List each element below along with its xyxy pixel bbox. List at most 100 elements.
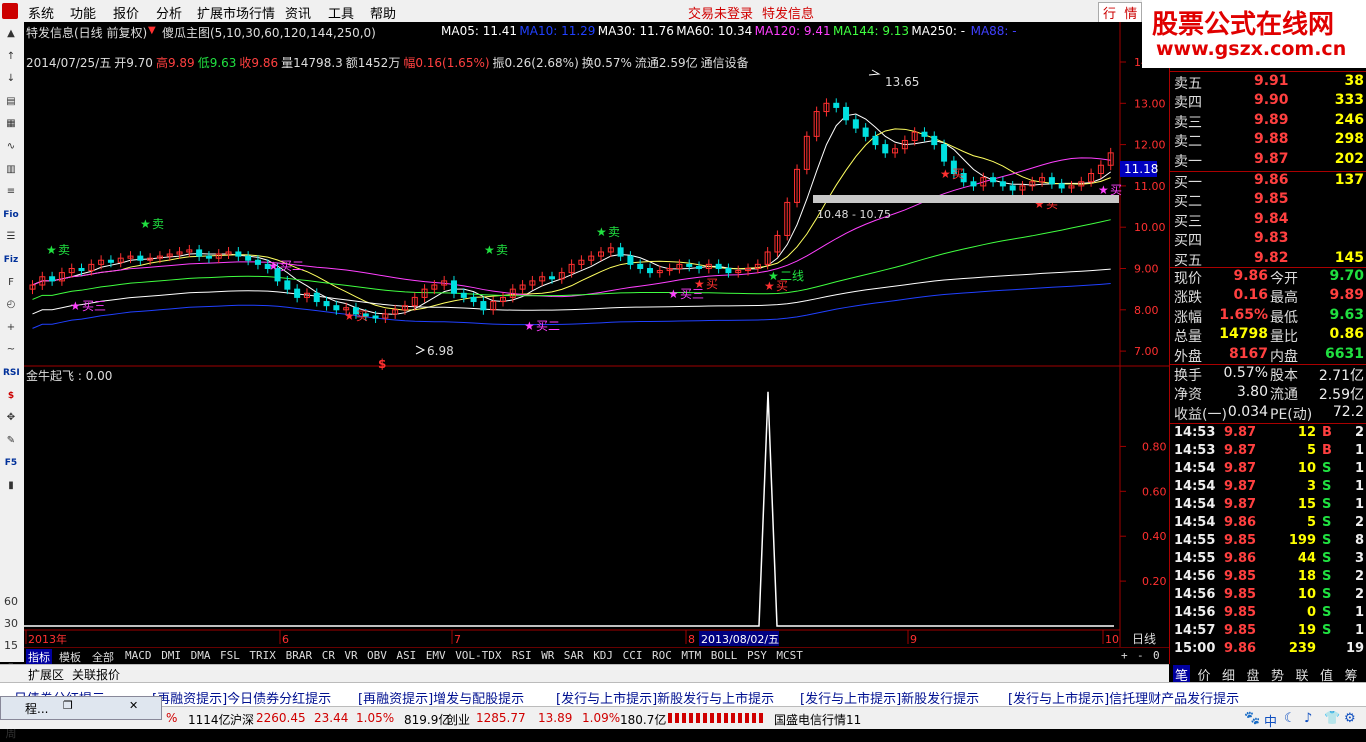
bar-icon[interactable]: ▥	[3, 162, 19, 178]
stat-value: 14798	[1219, 326, 1268, 343]
menu-function[interactable]: 功能	[70, 3, 96, 22]
indicator-tab-kdj[interactable]: KDJ	[593, 649, 613, 662]
dollar-marker: $	[378, 357, 386, 371]
restore-icon[interactable]: ❐	[63, 699, 73, 712]
moon-icon[interactable]: ☾	[1284, 711, 1296, 726]
report-icon[interactable]: ▤	[3, 94, 19, 110]
layers-icon[interactable]: ≡	[3, 184, 19, 200]
down-arrow-icon[interactable]: ↓	[3, 71, 19, 87]
chart-area[interactable]: ★ 卖★ 卖★ 卖★ 卖★ 买★ 买★ 买★ 买 ★ 买★ 买三★ 买二★ 买二★ 买三★ 二线★ 买 10.4…	[24, 22, 1169, 647]
dollar-icon[interactable]: $	[3, 388, 19, 404]
tick-count: 8	[1354, 533, 1364, 548]
period-2[interactable]: 15	[3, 638, 19, 654]
indicator-tab-brar[interactable]: BRAR	[286, 649, 313, 662]
list-icon[interactable]: ☰	[3, 229, 19, 245]
up-arrow-icon[interactable]: ↑	[3, 49, 19, 65]
tick-side: S	[1322, 479, 1332, 494]
candle-body	[647, 268, 654, 274]
order-price: 9.85	[1254, 191, 1289, 208]
menu-news[interactable]: 资讯	[285, 3, 311, 22]
indicator-tab-fsl[interactable]: FSL	[220, 649, 240, 662]
indicator-tab-dma[interactable]: DMA	[191, 649, 211, 662]
indicator-tab-boll[interactable]: BOLL	[711, 649, 738, 662]
status-item: 23.44	[314, 711, 349, 725]
zoom-control-2[interactable]: 0	[1153, 649, 1160, 662]
main-indicator-name[interactable]: 傻瓜主图(5,10,30,60,120,144,250,0)	[162, 24, 376, 41]
f5-icon[interactable]: F5	[3, 455, 19, 471]
candle-body	[686, 263, 693, 267]
menu-system[interactable]: 系统	[28, 3, 54, 22]
shirt-icon[interactable]: 👕	[1324, 711, 1340, 726]
menu-analysis[interactable]: 分析	[156, 3, 182, 22]
indicator-tab-obv[interactable]: OBV	[367, 649, 387, 662]
period-1[interactable]: 30	[3, 616, 19, 632]
period-0[interactable]: 60	[3, 594, 19, 610]
chart-icon[interactable]: ▲	[3, 26, 19, 42]
zoom-control-0[interactable]: +	[1121, 649, 1128, 662]
indicator-tab-mcst[interactable]: MCST	[776, 649, 803, 662]
tick-side: S	[1322, 623, 1332, 638]
ticker-item[interactable]: [再融资提示]增发与配股提示	[358, 688, 524, 707]
candle-icon[interactable]: ▮	[3, 478, 19, 494]
menu-quote[interactable]: 报价	[113, 3, 139, 22]
f2-icon[interactable]: Fiz	[3, 252, 19, 268]
speaker-icon[interactable]: ♪	[1304, 711, 1312, 726]
indicator-tab-asi[interactable]: ASI	[396, 649, 416, 662]
date-label: 2013年	[28, 632, 67, 646]
ticker-item[interactable]: [发行与上市提示]新股发行与上市提示	[556, 688, 774, 707]
indicator-tab-全部[interactable]: 全部	[92, 649, 114, 665]
trade-login-link[interactable]: 交易未登录	[688, 3, 753, 22]
tick-side: S	[1322, 569, 1332, 584]
paw-icon[interactable]: 🐾	[1244, 711, 1260, 726]
period-label: 日线	[1132, 632, 1156, 646]
indicator-tab-模板[interactable]: 模板	[59, 649, 81, 665]
wave-icon[interactable]: ~	[3, 342, 19, 358]
indicator-tab-dmi[interactable]: DMI	[161, 649, 181, 662]
gear-icon[interactable]: ⚙	[1344, 711, 1356, 726]
indicator-tab-vol-tdx[interactable]: VOL-TDX	[455, 649, 501, 662]
line-icon[interactable]: ∿	[3, 139, 19, 155]
ticker-item[interactable]: [发行与上市提示]信托理财产品发行提示	[1008, 688, 1239, 707]
minimized-window[interactable]: 程... ❐ ✕	[0, 696, 162, 720]
zoom-control-1[interactable]: -	[1137, 649, 1144, 662]
info-field-3: 低9.63	[197, 56, 237, 70]
info-field-0: 2014/07/25/五	[26, 56, 112, 70]
indicator-tab-macd[interactable]: MACD	[125, 649, 152, 662]
clock-icon[interactable]: ◴	[3, 297, 19, 313]
stock-name-link[interactable]: 特发信息	[762, 3, 814, 22]
indicator-tab-rsi[interactable]: RSI	[512, 649, 532, 662]
indicator-tab-mtm[interactable]: MTM	[681, 649, 701, 662]
f10b-icon[interactable]: F	[3, 275, 19, 291]
indicator-tab-roc[interactable]: ROC	[652, 649, 672, 662]
indicator-tab-sar[interactable]: SAR	[564, 649, 584, 662]
tick-count: 3	[1354, 551, 1364, 566]
candle-body	[696, 265, 703, 269]
grid-icon[interactable]: ▦	[3, 116, 19, 132]
indicator-tick-label: 0.40	[1142, 530, 1167, 543]
tab-extension-area[interactable]: 扩展区	[28, 666, 64, 683]
zhong-icon[interactable]: 中	[1264, 711, 1277, 730]
menu-tools[interactable]: 工具	[328, 3, 354, 22]
market-tab[interactable]: 行 情	[1098, 2, 1143, 23]
indicator-tab-cci[interactable]: CCI	[623, 649, 643, 662]
plus-icon[interactable]: +	[3, 320, 19, 336]
menu-help[interactable]: 帮助	[370, 3, 396, 22]
close-icon[interactable]: ✕	[129, 699, 138, 712]
tab-related-quotes[interactable]: 关联报价	[72, 666, 120, 683]
indicator-tab-cr[interactable]: CR	[322, 649, 335, 662]
tick-count: 1	[1354, 461, 1364, 476]
indicator-tab-trix[interactable]: TRIX	[249, 649, 276, 662]
f10-icon[interactable]: Fio	[3, 207, 19, 223]
move-icon[interactable]: ✥	[3, 410, 19, 426]
indicator-tab-wr[interactable]: WR	[541, 649, 554, 662]
indicator-tab-emv[interactable]: EMV	[426, 649, 446, 662]
menu-extended-market[interactable]: 扩展市场行情	[197, 3, 275, 22]
indicator-tab-vr[interactable]: VR	[344, 649, 357, 662]
indicator-tab-psy[interactable]: PSY	[747, 649, 767, 662]
ticker-item[interactable]: [再融资提示]今日债券分红提示	[152, 688, 331, 707]
ticker-item[interactable]: [发行与上市提示]新股发行提示	[800, 688, 979, 707]
pen-icon[interactable]: ✎	[3, 433, 19, 449]
rsi-icon[interactable]: RSI	[3, 365, 20, 381]
indicator-pin-icon[interactable]: ▼	[148, 25, 158, 36]
indicator-tab-指标[interactable]: 指标	[26, 649, 52, 665]
